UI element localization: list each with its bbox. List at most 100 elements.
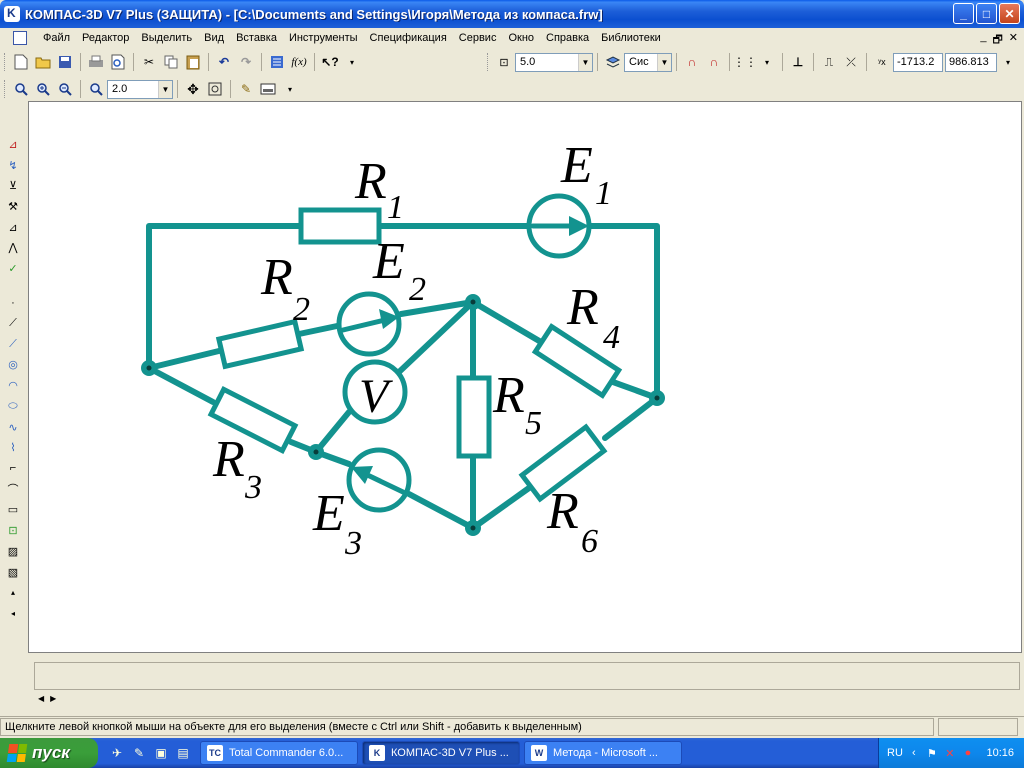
- dimensions-icon[interactable]: ↯: [4, 157, 22, 174]
- grid-icon[interactable]: ⋮⋮: [733, 52, 757, 72]
- ortho-mode-icon[interactable]: ⎍: [819, 52, 839, 72]
- collapse-icon[interactable]: ◂: [4, 605, 22, 622]
- local-snap-icon[interactable]: ∩: [704, 52, 724, 72]
- fillet-icon[interactable]: ⌒: [4, 481, 22, 498]
- drawing-canvas[interactable]: R 1 E 1 R 2 E 2 R 4 R 5 V R 3 E 3 R 6: [28, 101, 1022, 653]
- point-icon[interactable]: ·: [4, 294, 22, 311]
- floppy-icon[interactable]: ▤: [174, 744, 192, 762]
- mdi-close-button[interactable]: ✕: [1009, 31, 1018, 50]
- task-total-commander[interactable]: TC Total Commander 6.0...: [200, 741, 358, 765]
- menu-file[interactable]: Файл: [37, 32, 76, 44]
- toolbar-grip[interactable]: [487, 53, 490, 71]
- security-icon[interactable]: ●: [961, 746, 975, 760]
- menu-view[interactable]: Вид: [198, 32, 230, 44]
- mdi-minimize-button[interactable]: _: [980, 31, 986, 50]
- panel-nav-arrows[interactable]: ◀▶: [38, 694, 62, 703]
- view-dropdown-icon[interactable]: ▾: [280, 79, 300, 99]
- language-indicator[interactable]: RU: [887, 747, 903, 759]
- edit-icon[interactable]: ⚒: [4, 198, 22, 215]
- menu-window[interactable]: Окно: [502, 32, 540, 44]
- zoom-out-icon[interactable]: [55, 79, 75, 99]
- copy-icon[interactable]: [161, 52, 181, 72]
- arc-icon[interactable]: ◠: [4, 377, 22, 394]
- paste-icon[interactable]: [183, 52, 203, 72]
- kompas-app-icon[interactable]: [4, 6, 20, 22]
- pencil-icon[interactable]: ✎: [130, 744, 148, 762]
- new-file-icon[interactable]: [11, 52, 31, 72]
- snap-magnet-icon[interactable]: ∩: [682, 52, 702, 72]
- chevron-down-icon[interactable]: ▼: [578, 53, 592, 71]
- redo-icon[interactable]: ↷: [236, 52, 256, 72]
- network-icon[interactable]: ⚑: [925, 746, 939, 760]
- open-file-icon[interactable]: [33, 52, 53, 72]
- zoom-combo[interactable]: 2.0 ▼: [107, 79, 173, 99]
- menu-specification[interactable]: Спецификация: [364, 32, 453, 44]
- rectangle-icon[interactable]: ▭: [4, 502, 22, 519]
- ellipse-icon[interactable]: ⬭: [4, 398, 22, 415]
- cut-icon[interactable]: ✂: [139, 52, 159, 72]
- spline-icon[interactable]: ∿: [4, 419, 22, 436]
- help-pointer-icon[interactable]: ↖?: [320, 52, 340, 72]
- properties-icon[interactable]: [267, 52, 287, 72]
- measure-icon[interactable]: ⋀: [4, 240, 22, 257]
- polyline-icon[interactable]: ⌇: [4, 439, 22, 456]
- parametrize-icon[interactable]: ⊿: [4, 219, 22, 236]
- tray-expand-icon[interactable]: ‹: [907, 746, 921, 760]
- auxiliary-line-icon[interactable]: ⟋: [4, 315, 22, 332]
- zoom-window-icon[interactable]: [11, 79, 31, 99]
- runner-icon[interactable]: ✈: [108, 744, 126, 762]
- grid-dropdown-icon[interactable]: ▾: [757, 52, 777, 72]
- zoom-in-icon[interactable]: [33, 79, 53, 99]
- print-preview-icon[interactable]: [108, 52, 128, 72]
- menu-tools[interactable]: Инструменты: [283, 32, 364, 44]
- toolbar-grip[interactable]: [4, 80, 7, 98]
- pan-icon[interactable]: ✥: [183, 79, 203, 99]
- cursor-snap-icon[interactable]: ⤫: [841, 52, 861, 72]
- maximize-button[interactable]: □: [976, 3, 997, 24]
- print-icon[interactable]: [86, 52, 106, 72]
- layer-combo[interactable]: Сис ▼: [624, 52, 672, 72]
- local-cs-icon[interactable]: ⊥: [788, 52, 808, 72]
- step-combo[interactable]: 5.0 ▼: [515, 52, 593, 72]
- equidistant-icon[interactable]: ▧: [4, 564, 22, 581]
- hatch-icon[interactable]: ▨: [4, 543, 22, 560]
- explorer-icon[interactable]: ▣: [152, 744, 170, 762]
- chevron-down-icon[interactable]: ▼: [158, 80, 172, 98]
- circle-icon[interactable]: ◎: [4, 356, 22, 373]
- menu-insert[interactable]: Вставка: [230, 32, 283, 44]
- task-word[interactable]: W Метода - Microsoft ...: [524, 741, 682, 765]
- menu-help[interactable]: Справка: [540, 32, 595, 44]
- menu-libraries[interactable]: Библиотеки: [595, 32, 667, 44]
- zoom-scale-icon[interactable]: [86, 79, 106, 99]
- more-tools-icon[interactable]: ▴: [4, 584, 22, 601]
- refresh-icon[interactable]: ✎: [236, 79, 256, 99]
- mdi-restore-button[interactable]: 🗗: [992, 31, 1002, 50]
- coord-x-field[interactable]: -1713.2: [893, 52, 943, 72]
- menu-service[interactable]: Сервис: [453, 32, 503, 44]
- start-button[interactable]: пуск: [0, 738, 98, 768]
- chevron-down-icon[interactable]: ▼: [657, 53, 671, 71]
- coords-dropdown-icon[interactable]: ▾: [998, 52, 1018, 72]
- antivirus-icon[interactable]: ✕: [943, 746, 957, 760]
- chamfer-icon[interactable]: ⌐: [4, 460, 22, 477]
- help-dropdown-icon[interactable]: ▾: [342, 52, 362, 72]
- save-icon[interactable]: [55, 52, 75, 72]
- show-all-icon[interactable]: [205, 79, 225, 99]
- menu-select[interactable]: Выделить: [135, 32, 198, 44]
- minimize-button[interactable]: _: [953, 3, 974, 24]
- menu-editor[interactable]: Редактор: [76, 32, 135, 44]
- view-mode-icon[interactable]: [258, 79, 278, 99]
- close-button[interactable]: ✕: [999, 3, 1020, 24]
- toolbar-grip[interactable]: [4, 53, 7, 71]
- layers-icon[interactable]: [603, 52, 623, 72]
- variables-icon[interactable]: f(x): [289, 52, 309, 72]
- segment-icon[interactable]: ⟋: [4, 336, 22, 353]
- task-kompas[interactable]: K КОМПАС-3D V7 Plus ...: [362, 741, 520, 765]
- select-icon[interactable]: ✓: [4, 260, 22, 277]
- undo-icon[interactable]: ↶: [214, 52, 234, 72]
- contour-icon[interactable]: ⊡: [4, 522, 22, 539]
- coord-y-field[interactable]: 986.813: [945, 52, 997, 72]
- geometry-icon[interactable]: ⊿: [4, 136, 22, 153]
- grid-step-icon[interactable]: ⊡: [494, 52, 514, 72]
- document-icon[interactable]: [13, 31, 27, 45]
